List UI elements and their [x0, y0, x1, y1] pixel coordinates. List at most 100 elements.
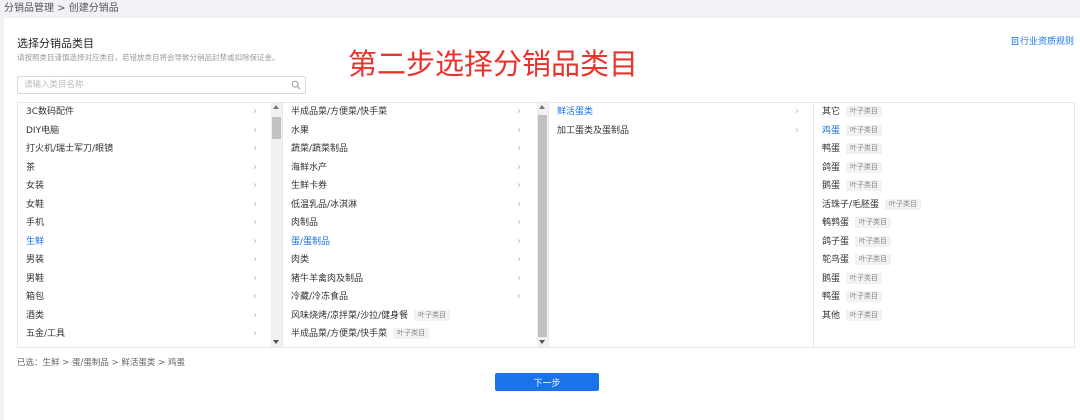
chevron-right-icon: › [253, 291, 257, 302]
category-item[interactable]: 鸭蛋 叶子类目 [814, 140, 1074, 159]
category-item-label: 生鲜卡券 [291, 181, 328, 191]
category-item[interactable]: 茶 › [18, 159, 271, 178]
chevron-right-icon: › [517, 143, 521, 154]
category-item[interactable]: 鲜活蛋类 › [549, 103, 813, 122]
category-item-label: 女装 [26, 181, 45, 191]
scroll-down-icon[interactable] [273, 340, 279, 344]
leaf-category-tag: 叶子类目 [846, 309, 883, 321]
category-item[interactable]: 海鲜水产 › [283, 159, 535, 178]
category-item[interactable]: 鹅蛋 叶子类目 [814, 270, 1074, 289]
chevron-right-icon: › [517, 235, 521, 247]
category-item[interactable]: 水果 › [283, 122, 535, 141]
category-item[interactable]: 鹅蛋 叶子类目 [814, 177, 1074, 196]
category-item[interactable]: 3C数码配件 › [18, 103, 271, 122]
category-item-label: 鸽子蛋 [822, 236, 850, 247]
chevron-right-icon: › [253, 106, 257, 117]
category-item-label: 手机 [26, 218, 45, 228]
search-icon[interactable] [291, 80, 301, 90]
leaf-category-tag: 叶子类目 [855, 254, 892, 265]
chevron-right-icon: › [517, 124, 521, 136]
leaf-category-tag: 叶子类目 [846, 143, 883, 154]
category-item[interactable]: 鸽子蛋 叶子类目 [814, 233, 1074, 252]
category-item[interactable]: 鸭蛋 叶子类目 [814, 288, 1074, 307]
chevron-right-icon: › [517, 272, 521, 284]
category-item-label: 鸭蛋 [822, 144, 841, 154]
category-item-label: 半成品菜/方便菜/快手菜 [291, 107, 388, 117]
chevron-right-icon: › [517, 180, 521, 191]
category-item-label: 鸽蛋 [822, 162, 841, 173]
page-subtitle: 请按照类目谨慎选择对应类目，若错放类目将会导致分销品封禁或扣除保证金。 [17, 53, 280, 62]
category-item[interactable]: 生鲜卡券 › [283, 177, 535, 196]
category-item-label: 鹅蛋 [822, 181, 841, 191]
category-item-label: 女鞋 [26, 199, 45, 210]
scrollbar-thumb[interactable] [272, 117, 281, 139]
leaf-category-tag: 叶子类目 [846, 161, 883, 173]
category-item-label: 鸵鸟蛋 [822, 255, 850, 265]
category-item[interactable]: 猪牛羊禽肉及制品 › [283, 270, 535, 289]
category-item-label: 蛋/蛋制品 [291, 236, 331, 247]
scroll-down-icon[interactable] [539, 340, 545, 344]
category-item[interactable]: 半成品菜/方便菜/快手菜 叶子类目 [283, 325, 535, 344]
category-item[interactable]: DIY电脑 › [18, 122, 271, 141]
category-item[interactable]: 肉制品 › [283, 214, 535, 233]
category-item[interactable]: 鸡蛋 叶子类目 [814, 122, 1074, 141]
category-item-label: 生鲜 [26, 236, 45, 247]
category-item-label: 五金/工具 [26, 329, 66, 339]
leaf-category-tag: 叶子类目 [846, 106, 883, 117]
category-item-label: 猪牛羊禽肉及制品 [291, 273, 364, 284]
category-item[interactable]: 女装 › [18, 177, 271, 196]
category-item-label: 箱包 [26, 292, 45, 302]
category-item[interactable]: 冷藏/冷冻食品 › [283, 288, 535, 307]
category-item[interactable]: 鹌鹑蛋 叶子类目 [814, 214, 1074, 233]
category-item-label: 男装 [26, 255, 45, 265]
scrollbar-level1[interactable] [271, 103, 282, 347]
chevron-right-icon: › [517, 198, 521, 210]
category-item[interactable]: 蛋/蛋制品 › [283, 233, 535, 252]
category-item[interactable]: 酒类 › [18, 307, 271, 326]
category-item-label: 半成品菜/方便菜/快手菜 [291, 329, 388, 339]
leaf-category-tag: 叶子类目 [846, 180, 883, 191]
chevron-right-icon: › [517, 291, 521, 302]
leaf-category-tag: 叶子类目 [393, 328, 430, 339]
document-icon [1011, 37, 1019, 45]
scroll-up-icon[interactable] [539, 105, 545, 109]
category-item[interactable]: 加工蛋类及蛋制品 › [549, 122, 813, 141]
next-step-button[interactable]: 下一步 [495, 373, 599, 391]
scrollbar-level2[interactable] [537, 103, 548, 347]
category-item[interactable]: 手机 › [18, 214, 271, 233]
category-item[interactable]: 女鞋 › [18, 196, 271, 215]
category-item[interactable]: 蔬菜/蔬菜制品 › [283, 140, 535, 159]
category-item-label: 低温乳品/冰淇淋 [291, 199, 358, 210]
category-item[interactable]: 打火机/瑞士军刀/眼镜 › [18, 140, 271, 159]
category-item[interactable]: 肉类 › [283, 251, 535, 270]
category-search-input[interactable] [24, 77, 284, 93]
qualification-rules-link[interactable]: 行业资质规则 [1011, 34, 1074, 47]
category-item-label: 冷藏/冷冻食品 [291, 292, 349, 302]
category-item-label: 鲜活蛋类 [557, 107, 594, 117]
chevron-right-icon: › [517, 106, 521, 117]
category-item[interactable]: 生鲜 › [18, 233, 271, 252]
category-item[interactable]: 半成品菜/方便菜/快手菜 › [283, 103, 535, 122]
chevron-right-icon: › [253, 143, 257, 154]
leaf-category-tag: 叶子类目 [846, 272, 883, 284]
category-item[interactable]: 风味烧烤/凉拌菜/沙拉/健身餐 叶子类目 [283, 307, 535, 326]
chevron-right-icon: › [253, 198, 257, 210]
breadcrumb: 分销品管理 > 创建分销品 [4, 3, 119, 14]
category-item[interactable]: 箱包 › [18, 288, 271, 307]
qualification-rules-label: 行业资质规则 [1019, 37, 1074, 47]
category-item[interactable]: 男鞋 › [18, 270, 271, 289]
category-item[interactable]: 男装 › [18, 251, 271, 270]
category-item-label: 其他 [822, 310, 841, 321]
category-item-label: 加工蛋类及蛋制品 [557, 125, 630, 136]
scrollbar-thumb[interactable] [538, 115, 547, 337]
category-item-label: 打火机/瑞士军刀/眼镜 [26, 144, 114, 154]
category-item[interactable]: 其它 叶子类目 [814, 103, 1074, 122]
category-item[interactable]: 五金/工具 › [18, 325, 271, 344]
scroll-up-icon[interactable] [273, 105, 279, 109]
category-item[interactable]: 活珠子/毛胚蛋 叶子类目 [814, 196, 1074, 215]
chevron-right-icon: › [253, 254, 257, 265]
category-item[interactable]: 鸽蛋 叶子类目 [814, 159, 1074, 178]
category-item[interactable]: 鸵鸟蛋 叶子类目 [814, 251, 1074, 270]
category-item[interactable]: 低温乳品/冰淇淋 › [283, 196, 535, 215]
category-item[interactable]: 其他 叶子类目 [814, 307, 1074, 326]
